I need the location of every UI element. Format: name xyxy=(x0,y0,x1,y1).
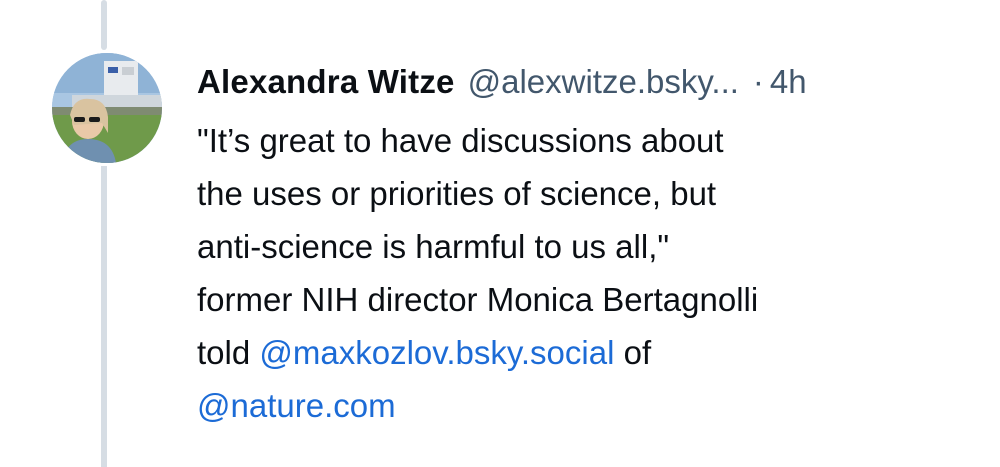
post-text-line: anti-science is harmful to us all," xyxy=(197,228,670,265)
thread-line-bottom xyxy=(101,166,107,467)
post-body: "It’s great to have discussions about th… xyxy=(197,114,977,432)
post-text-line: the uses or priorities of science, but xyxy=(197,175,717,212)
avatar[interactable] xyxy=(52,53,162,163)
post-text-of: of xyxy=(623,334,652,371)
post-text-line: former NIH director Monica Bertagnolli xyxy=(197,281,759,318)
post-text-line: "It’s great to have discussions about xyxy=(197,122,724,159)
header-separator: · xyxy=(752,63,764,100)
author-name[interactable]: Alexandra Witze xyxy=(197,60,455,104)
avatar-photo xyxy=(52,53,162,163)
post-text-line: told @maxkozlov.bsky.social of xyxy=(197,326,977,379)
post-text-line: @nature.com xyxy=(197,379,977,432)
post[interactable]: Alexandra Witze @alexwitze.bsky... · 4h … xyxy=(197,60,987,432)
post-timestamp[interactable]: 4h xyxy=(770,60,807,104)
mention-link-nature[interactable]: @nature.com xyxy=(197,387,396,424)
post-header: Alexandra Witze @alexwitze.bsky... · 4h xyxy=(197,60,987,104)
thread-line-top xyxy=(101,0,107,50)
author-handle[interactable]: @alexwitze.bsky... xyxy=(468,60,739,104)
mention-link-maxkozlov[interactable]: @maxkozlov.bsky.social xyxy=(259,334,614,371)
post-text-told: told xyxy=(197,334,251,371)
